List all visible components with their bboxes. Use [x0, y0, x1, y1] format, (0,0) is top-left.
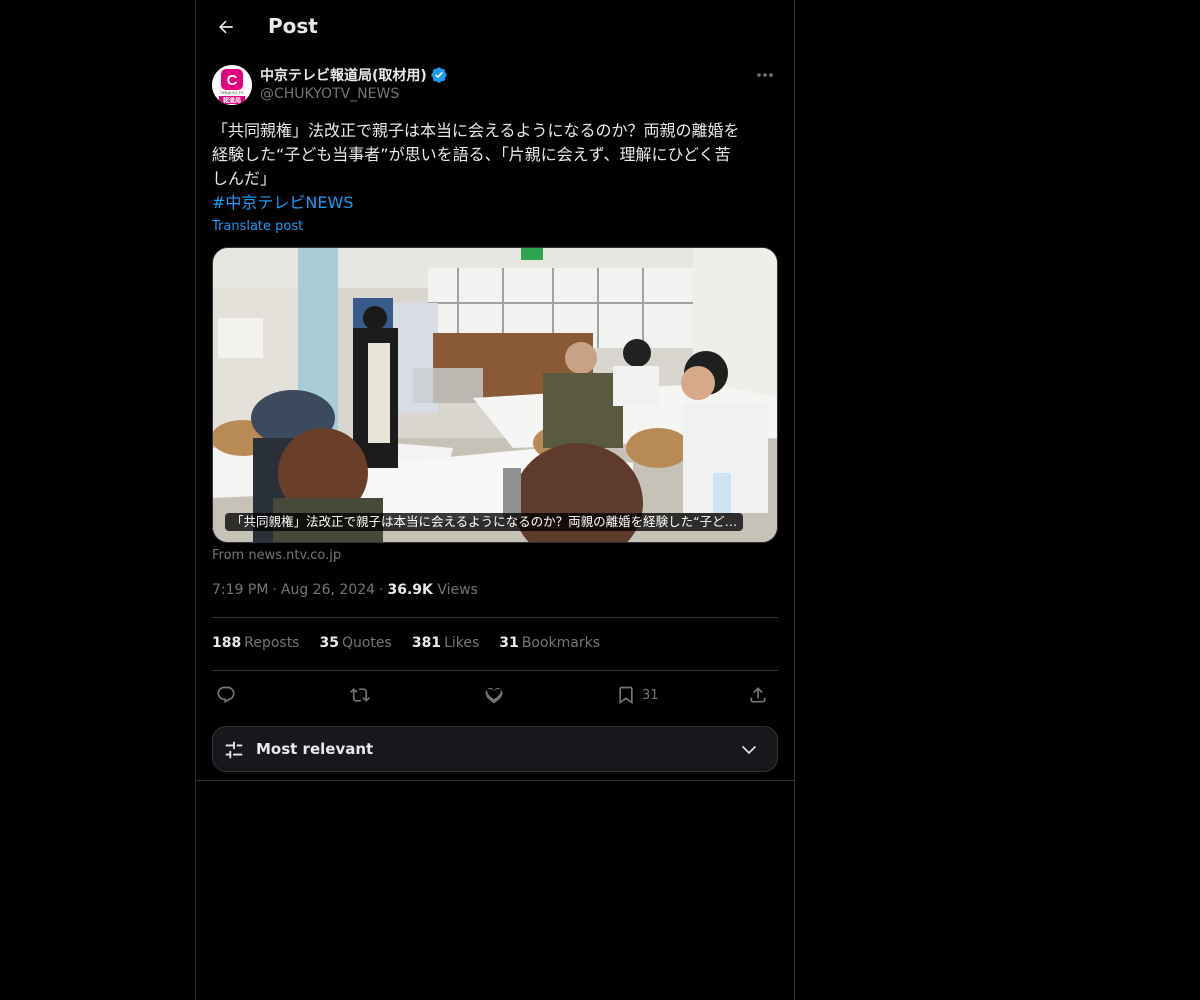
- like-button[interactable]: [484, 680, 504, 710]
- likes-label: Likes: [444, 635, 480, 651]
- repost-button[interactable]: [350, 680, 370, 710]
- card-source[interactable]: From news.ntv.co.jp: [212, 548, 341, 563]
- divider: [212, 617, 778, 618]
- handle[interactable]: @CHUKYOTV_NEWS: [260, 86, 399, 102]
- views-count: 36.9K: [387, 582, 433, 598]
- likes-stat[interactable]: 381 Likes: [412, 635, 479, 651]
- verified-badge-icon: [431, 67, 447, 83]
- share-button[interactable]: [748, 680, 768, 710]
- bookmarks-stat[interactable]: 31 Bookmarks: [499, 635, 600, 651]
- page-title: Post: [268, 14, 318, 38]
- post-time[interactable]: 7:19 PM: [212, 582, 268, 598]
- post-date[interactable]: Aug 26, 2024: [281, 582, 375, 598]
- post-text-line: 経験した“子ども当事者”が思いを語る、「片親に会えず、理解にひどく苦: [212, 145, 731, 164]
- back-button[interactable]: [208, 9, 244, 45]
- bookmark-action-count: 31: [642, 687, 659, 703]
- page-header: Post: [196, 0, 794, 54]
- views-label: Views: [437, 582, 478, 598]
- reposts-stat[interactable]: 188 Reposts: [212, 635, 299, 651]
- likes-count: 381: [411, 635, 442, 651]
- engagement-stats: 188 Reposts 35 Quotes 381 Likes 31 Bookmarks: [212, 635, 600, 651]
- share-icon: [750, 687, 766, 703]
- action-bar: 31: [212, 680, 778, 710]
- reply-icon: [217, 686, 235, 704]
- post-text-line: 「共同親権」法改正で親子は本当に会えるようになるのか？両親の離婚を: [212, 121, 740, 140]
- more-dots-icon: [757, 73, 773, 77]
- back-arrow-icon: [219, 20, 233, 34]
- quotes-stat[interactable]: 35 Quotes: [319, 635, 391, 651]
- bookmark-icon: [619, 686, 633, 705]
- quotes-count: 35: [319, 635, 339, 651]
- quotes-label: Quotes: [341, 635, 392, 651]
- sort-label: Most relevant: [256, 740, 374, 758]
- separator-dot: ·: [379, 582, 384, 598]
- post-text-line: しんだ」: [212, 169, 277, 188]
- repost-icon: [350, 688, 370, 702]
- chevron-down-icon: [741, 745, 757, 755]
- link-card[interactable]: 「共同親権」法改正で親子は本当に会えるようになるのか？両親の離婚を経験した“子ど…: [212, 247, 778, 543]
- card-caption: 「共同親権」法改正で親子は本当に会えるようになるのか？両親の離婚を経験した“子ど…: [225, 513, 744, 531]
- bookmark-button[interactable]: 31: [616, 680, 659, 710]
- post-author: C CHUKYO TV 報道局 中京テレビ報道局(取材用) @CHUKYOTV_…: [212, 64, 778, 108]
- hashtag-link[interactable]: #中京テレビNEWS: [212, 191, 353, 215]
- display-name-row: 中京テレビ報道局(取材用): [260, 65, 448, 85]
- separator-dot: ·: [272, 582, 277, 598]
- bookmarks-label: Bookmarks: [521, 635, 600, 651]
- bookmarks-count: 31: [499, 635, 519, 651]
- post-text: 「共同親権」法改正で親子は本当に会えるようになるのか？両親の離婚を 経験した“子…: [212, 119, 780, 191]
- post-meta: 7:19 PM · Aug 26, 2024 · 36.9K Views: [212, 582, 478, 598]
- card-photo: [213, 248, 777, 542]
- svg-text:CHUKYO TV: CHUKYO TV: [220, 90, 244, 95]
- reply-button[interactable]: [216, 680, 236, 710]
- sort-replies-dropdown[interactable]: Most relevant: [212, 726, 778, 772]
- reposts-label: Reposts: [244, 635, 300, 651]
- svg-text:報道局: 報道局: [223, 97, 241, 105]
- translate-post-link[interactable]: Translate post: [212, 219, 303, 234]
- section-bottom-border: [196, 780, 794, 781]
- more-options-button[interactable]: [752, 64, 778, 86]
- main-column: Post C CHUKYO TV 報道局 中京テレビ報道局(取材用) @CHUK…: [195, 0, 795, 1000]
- display-name[interactable]: 中京テレビ報道局(取材用): [260, 65, 427, 85]
- sliders-icon: [225, 741, 243, 759]
- chukyo-tv-logo: C CHUKYO TV 報道局: [212, 65, 252, 105]
- svg-text:C: C: [227, 72, 238, 89]
- reposts-count: 188: [212, 635, 242, 651]
- avatar[interactable]: C CHUKYO TV 報道局: [212, 65, 252, 105]
- divider: [212, 670, 778, 671]
- like-icon: [485, 687, 503, 704]
